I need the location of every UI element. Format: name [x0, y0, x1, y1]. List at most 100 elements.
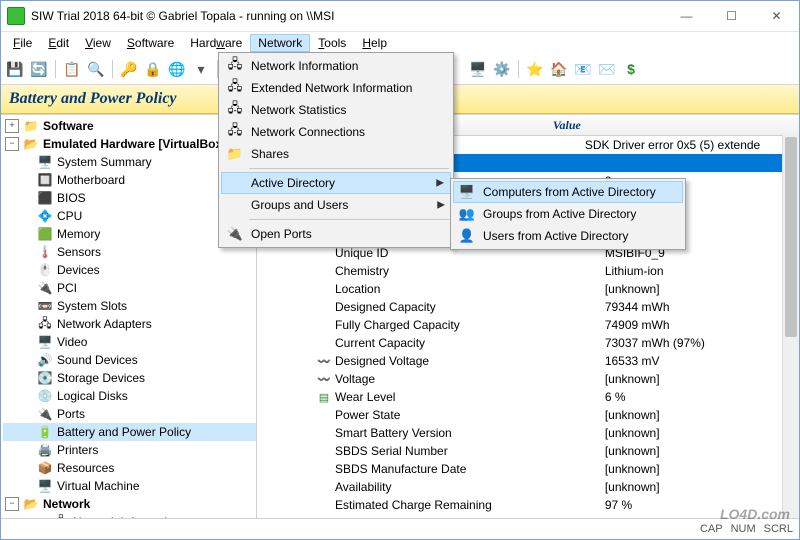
tree-item[interactable]: 💽Storage Devices	[3, 369, 256, 387]
dd-ad-users[interactable]: 👤 Users from Active Directory	[453, 225, 683, 247]
scrollbar-vertical[interactable]	[782, 135, 799, 518]
detail-row[interactable]: Location[unknown]	[257, 280, 799, 298]
tb-refresh-icon[interactable]: 🔄	[29, 59, 49, 79]
col-value[interactable]: Value	[547, 115, 799, 135]
tree-label: System Summary	[57, 155, 152, 169]
tb-dollar-icon[interactable]: $	[621, 59, 641, 79]
detail-row[interactable]: Fully Charged Capacity74909 mWh	[257, 316, 799, 334]
scroll-thumb[interactable]	[785, 137, 797, 337]
expand-icon[interactable]: +	[5, 119, 19, 133]
blank-icon	[317, 462, 331, 476]
menu-software[interactable]: Software	[119, 34, 182, 52]
menu-hardware[interactable]: Hardware	[182, 34, 250, 52]
tree-item[interactable]: 🔋Battery and Power Policy	[3, 423, 256, 441]
dd-active-directory[interactable]: Active Directory ▶	[221, 172, 451, 194]
tree-item[interactable]: 📼System Slots	[3, 297, 256, 315]
collapse-icon[interactable]: −	[5, 497, 19, 511]
folder-icon: 📁	[23, 118, 39, 134]
tb-home-icon[interactable]: 🏠	[549, 59, 569, 79]
tb-monitor-icon[interactable]: 🖥️	[468, 59, 488, 79]
tree-item[interactable]: 🖧Network Information	[3, 513, 256, 518]
network-icon: 🖧	[225, 100, 245, 120]
dd-open-ports[interactable]: 🔌 Open Ports	[221, 223, 451, 245]
val-label: 73037 mWh (97%)	[605, 336, 705, 350]
detail-row[interactable]: SBDS Manufacture Date[unknown]	[257, 460, 799, 478]
detail-row[interactable]: Estimated Run Time[unk*** TRIAL ***	[257, 514, 799, 518]
tree-item[interactable]: 🔊Sound Devices	[3, 351, 256, 369]
minimize-button[interactable]: —	[664, 2, 709, 31]
tb-gear-icon[interactable]: ⚙️	[492, 59, 512, 79]
tb-search-icon[interactable]: 🔍	[86, 59, 106, 79]
maximize-button[interactable]: ☐	[709, 2, 754, 31]
dd-ad-groups[interactable]: 👥 Groups from Active Directory	[453, 203, 683, 225]
prop-label: Power State	[335, 408, 400, 422]
detail-row[interactable]: SBDS Serial Number[unknown]	[257, 442, 799, 460]
menu-help[interactable]: Help	[354, 34, 395, 52]
tree-label: Resources	[57, 461, 114, 475]
dd-label: Groups from Active Directory	[483, 207, 636, 221]
detail-row[interactable]: Availability[unknown]	[257, 478, 799, 496]
detail-row[interactable]: 〰️Designed Voltage16533 mV	[257, 352, 799, 370]
tb-star-icon[interactable]: ⭐	[525, 59, 545, 79]
tb-key-icon[interactable]: 🔑	[119, 59, 139, 79]
tree-item[interactable]: 🖥️Virtual Machine	[3, 477, 256, 495]
prop-label: Chemistry	[335, 264, 389, 278]
tree-item[interactable]: 🖥️Video	[3, 333, 256, 351]
prop-label: Estimated Charge Remaining	[335, 498, 492, 512]
tb-down-icon[interactable]: ▾	[191, 59, 211, 79]
detail-row[interactable]: 〰️Voltage[unknown]	[257, 370, 799, 388]
tree-label: Logical Disks	[57, 389, 128, 403]
detail-row[interactable]: Smart Battery Version[unknown]	[257, 424, 799, 442]
dd-ext-network-info[interactable]: 🖧 Extended Network Information	[221, 77, 451, 99]
collapse-icon[interactable]: −	[5, 137, 19, 151]
val-label: 74909 mWh	[605, 318, 670, 332]
tree-item[interactable]: 🖨️Printers	[3, 441, 256, 459]
tree-node-network[interactable]: − 📂 Network	[3, 495, 256, 513]
detail-row[interactable]: Current Capacity73037 mWh (97%)	[257, 334, 799, 352]
tree-item[interactable]: 🖱️Devices	[3, 261, 256, 279]
ad-submenu: 🖥️ Computers from Active Directory 👥 Gro…	[450, 178, 686, 250]
dd-network-stats[interactable]: 🖧 Network Statistics	[221, 99, 451, 121]
detail-row[interactable]: Estimated Charge Remaining97 %	[257, 496, 799, 514]
item-icon: 🖱️	[37, 262, 53, 278]
item-icon: 🔌	[37, 280, 53, 296]
tb-globe-icon[interactable]: 🌐	[167, 59, 187, 79]
menu-tools[interactable]: Tools	[310, 34, 354, 52]
menu-edit[interactable]: Edit	[40, 34, 77, 52]
detail-row[interactable]: ▤Wear Level6 %	[257, 388, 799, 406]
dd-groups-users[interactable]: Groups and Users ▶	[221, 194, 451, 216]
prop-label: Unique ID	[335, 246, 388, 260]
tree-item[interactable]: 📦Resources	[3, 459, 256, 477]
dd-label: Network Connections	[251, 125, 365, 139]
tb-lock-icon[interactable]: 🔒	[143, 59, 163, 79]
val-label: [unknown]	[605, 480, 660, 494]
tree-item[interactable]: 🖧Network Adapters	[3, 315, 256, 333]
menubar: File Edit View Software Hardware Network…	[1, 32, 799, 54]
close-button[interactable]: ✕	[754, 2, 799, 31]
dd-network-info[interactable]: 🖧 Network Information	[221, 55, 451, 77]
detail-row[interactable]: ChemistryLithium-ion	[257, 262, 799, 280]
tb-letter-icon[interactable]: ✉️	[597, 59, 617, 79]
prop-label: Voltage	[335, 372, 375, 386]
tb-clipboard-icon[interactable]: 📋	[62, 59, 82, 79]
menu-file[interactable]: File	[5, 34, 40, 52]
folder-icon: 📁	[225, 144, 245, 164]
blank-icon	[317, 246, 331, 260]
dd-ad-computers[interactable]: 🖥️ Computers from Active Directory	[453, 181, 683, 203]
tb-save-icon[interactable]: 💾	[5, 59, 25, 79]
tree-label: Battery and Power Policy	[57, 425, 191, 439]
prop-label: Estimated Run Time	[335, 516, 443, 518]
dd-network-connections[interactable]: 🖧 Network Connections	[221, 121, 451, 143]
titlebar: SIW Trial 2018 64-bit © Gabriel Topala -…	[1, 1, 799, 32]
detail-row[interactable]: Designed Capacity79344 mWh	[257, 298, 799, 316]
tree-item[interactable]: 🔌PCI	[3, 279, 256, 297]
tree-item[interactable]: 💿Logical Disks	[3, 387, 256, 405]
app-window: SIW Trial 2018 64-bit © Gabriel Topala -…	[0, 0, 800, 540]
menu-network[interactable]: Network	[250, 34, 310, 52]
dd-shares[interactable]: 📁 Shares	[221, 143, 451, 165]
tb-mail-icon[interactable]: 📧	[573, 59, 593, 79]
network-icon: 🖧	[225, 122, 245, 142]
menu-view[interactable]: View	[77, 34, 119, 52]
detail-row[interactable]: Power State[unknown]	[257, 406, 799, 424]
tree-item[interactable]: 🔌Ports	[3, 405, 256, 423]
